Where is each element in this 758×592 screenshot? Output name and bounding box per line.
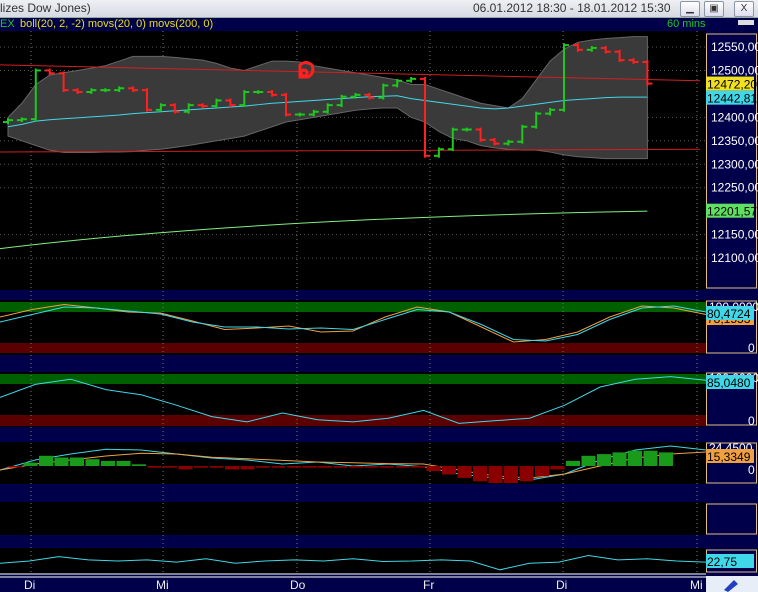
time-label: Do xyxy=(290,578,306,592)
macd-histogram-bar xyxy=(380,466,394,468)
macd-histogram-bar xyxy=(566,460,580,466)
macd-histogram-bar xyxy=(101,460,115,466)
macd-histogram-bar xyxy=(302,466,317,468)
macd-histogram-bar xyxy=(163,466,177,468)
macd-histogram-bar xyxy=(39,455,53,466)
macd-histogram-bar xyxy=(581,455,596,466)
macd-histogram-bar xyxy=(178,466,193,470)
macd-histogram-bar xyxy=(643,450,658,466)
macd-histogram-bar xyxy=(225,466,239,470)
macd-histogram-bar xyxy=(597,454,611,466)
panel-zero-label: 0 xyxy=(748,341,755,355)
price-tick: 12100,00 xyxy=(711,251,758,265)
macd-histogram-bar xyxy=(287,466,301,468)
time-label: Mi xyxy=(690,578,703,592)
value-badge-text: 12442,81 xyxy=(707,92,757,106)
macd-histogram-bar xyxy=(318,466,332,468)
price-tick: 12500,00 xyxy=(711,63,758,77)
macd-histogram-bar xyxy=(256,466,270,468)
momentum-line xyxy=(0,554,707,571)
price-tick: 12350,00 xyxy=(711,134,758,148)
ohlc-bar xyxy=(44,68,55,76)
ohlc-bar xyxy=(406,77,417,83)
macd-histogram-bar xyxy=(411,466,425,468)
panel-zero-label: 0 xyxy=(748,414,755,428)
macd-histogram-bar xyxy=(504,466,518,483)
price-chart[interactable]: Di Mi Do Fr Di Mi 12550,00 12500,00 12400,00 1235… xyxy=(0,0,758,592)
macd-histogram-bar xyxy=(659,452,673,466)
macd-histogram-bar xyxy=(240,466,255,470)
macd-histogram-bar xyxy=(147,466,162,468)
macd-histogram-bar xyxy=(628,450,642,466)
macd-histogram-bar xyxy=(612,452,627,466)
value-badge-text: 85,0480 xyxy=(707,376,751,390)
macd-histogram-bar xyxy=(519,466,534,482)
time-label: Di xyxy=(556,578,567,592)
macd-histogram-bar xyxy=(364,466,379,468)
macd-histogram-bar xyxy=(550,466,565,470)
macd-histogram-bar xyxy=(54,457,69,466)
time-label: Di xyxy=(24,578,35,592)
movs200-line xyxy=(0,210,648,250)
value-badge-text: 12472,20 xyxy=(707,78,757,92)
macd-histogram-bar xyxy=(116,460,131,466)
price-tick: 12250,00 xyxy=(711,181,758,195)
macd-histogram-bar xyxy=(473,466,487,482)
macd-histogram-bar xyxy=(209,466,224,468)
value-badge-text: 15,3349 xyxy=(707,450,751,464)
time-label: Fr xyxy=(423,578,434,592)
macd-histogram-bar xyxy=(23,462,38,466)
value-badge-text: 22,75 xyxy=(707,555,737,569)
panel-zero-label: 0 xyxy=(748,463,755,477)
macd-histogram-bar xyxy=(349,466,363,468)
bollinger-band xyxy=(7,36,648,160)
time-label: Mi xyxy=(156,578,169,592)
value-badge-text: 80,4724 xyxy=(707,307,751,321)
macd-histogram-bar xyxy=(426,466,441,472)
price-tick: 12300,00 xyxy=(711,157,758,171)
macd-histogram-bar xyxy=(271,466,286,468)
macd-histogram-bar xyxy=(8,466,22,468)
macd-histogram-bar xyxy=(194,466,208,468)
macd-histogram-bar xyxy=(132,464,146,466)
value-badge-text: 12201,57 xyxy=(707,205,757,219)
macd-histogram-bar xyxy=(488,466,503,483)
price-tick: 12550,00 xyxy=(711,40,758,54)
ohlc-bar xyxy=(433,147,444,158)
price-tick: 12400,00 xyxy=(711,110,758,124)
price-tick: 12150,00 xyxy=(711,228,758,242)
macd-histogram-bar xyxy=(70,457,84,466)
macd-histogram-bar xyxy=(535,466,549,477)
macd-histogram-bar xyxy=(395,466,410,468)
macd-histogram-bar xyxy=(442,466,456,475)
macd-histogram-bar xyxy=(85,459,100,466)
macd-histogram-bar xyxy=(333,466,348,468)
macd-histogram-bar xyxy=(457,466,472,478)
